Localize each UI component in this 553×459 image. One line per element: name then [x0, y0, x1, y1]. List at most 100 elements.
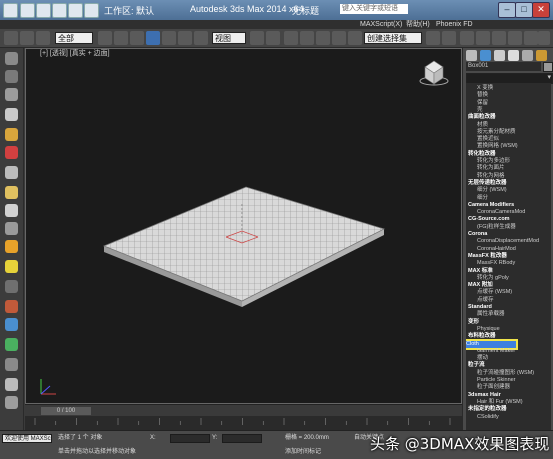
- modifier-item[interactable]: 材质: [466, 122, 551, 129]
- tool-helper-icon[interactable]: [5, 186, 18, 199]
- select-by-name-icon[interactable]: [114, 31, 128, 45]
- object-name-field[interactable]: Box001: [466, 62, 541, 71]
- modifier-category[interactable]: 变形: [466, 319, 551, 326]
- add-time-tag[interactable]: 添加时间标记: [285, 448, 321, 456]
- rect-selection-icon[interactable]: [130, 31, 144, 45]
- spinner-snap-icon[interactable]: [332, 31, 346, 45]
- modifier-item[interactable]: Garment Maker: [466, 348, 551, 355]
- modifier-item[interactable]: 转化为网格: [466, 173, 551, 180]
- hierarchy-tab-icon[interactable]: [494, 50, 505, 61]
- display-tab-icon[interactable]: [522, 50, 533, 61]
- render-setup-icon[interactable]: [524, 31, 538, 45]
- pivot-icon[interactable]: [250, 31, 264, 45]
- modifier-item[interactable]: CSolidify: [466, 414, 551, 421]
- modifier-category[interactable]: CG-Source.com: [466, 216, 551, 223]
- modifier-category[interactable]: 未指定的粒改器: [466, 406, 551, 413]
- selection-filter[interactable]: 全部: [55, 32, 93, 44]
- modifier-item[interactable]: 点缓存: [466, 297, 551, 304]
- percent-snap-icon[interactable]: [316, 31, 330, 45]
- tool-cylinder-icon[interactable]: [5, 88, 18, 101]
- tool-space-warp-icon[interactable]: [5, 300, 18, 313]
- material-editor-icon[interactable]: [508, 31, 522, 45]
- modifier-category[interactable]: MassFX 粒改器: [466, 253, 551, 260]
- select-object-icon[interactable]: [98, 31, 112, 45]
- tool-grid-icon[interactable]: [5, 396, 18, 409]
- named-selection-set[interactable]: 创建选择集: [364, 32, 422, 44]
- modifier-category[interactable]: Standard: [466, 304, 551, 311]
- modifier-item[interactable]: 替换: [466, 92, 551, 99]
- align-icon[interactable]: [442, 31, 456, 45]
- modifier-category[interactable]: 3dsmax Hair: [466, 392, 551, 399]
- tool-shape-icon[interactable]: [5, 358, 18, 371]
- tool-gear-icon[interactable]: [5, 378, 18, 391]
- modifier-category[interactable]: 粒子流: [466, 362, 551, 369]
- minimize-button[interactable]: –: [498, 2, 516, 18]
- modifier-item[interactable]: CoronaCameraMod: [466, 209, 551, 216]
- app-logo-icon[interactable]: [3, 3, 18, 18]
- tool-omni-icon[interactable]: [5, 260, 18, 273]
- modifier-item[interactable]: 粒子流碰撞图形 (WSM): [466, 370, 551, 377]
- maxscript-listener[interactable]: 欢迎使用 MAXSc: [2, 434, 52, 443]
- modifier-item[interactable]: CoronaHairMod: [466, 246, 551, 253]
- search-input[interactable]: 键入关键字或短语: [340, 4, 408, 14]
- create-tab-icon[interactable]: [466, 50, 477, 61]
- tool-light-icon[interactable]: [5, 128, 18, 141]
- window-crossing-icon[interactable]: [146, 31, 160, 45]
- modifier-item[interactable]: 转化为面片: [466, 165, 551, 172]
- modifier-item[interactable]: X 变换: [466, 85, 551, 92]
- modifier-item[interactable]: Particle Skinner: [466, 377, 551, 384]
- menu-maxscript[interactable]: MAXScript(X): [360, 20, 402, 29]
- tool-paint-icon[interactable]: [5, 146, 18, 159]
- link-icon[interactable]: [36, 31, 50, 45]
- rotate-icon[interactable]: [178, 31, 192, 45]
- close-button[interactable]: ✕: [532, 2, 550, 18]
- modifier-item[interactable]: 转化为 gPoly: [466, 275, 551, 282]
- edit-named-sel-icon[interactable]: [348, 31, 362, 45]
- menu-help[interactable]: 帮助(H): [406, 20, 430, 29]
- modifier-item[interactable]: 置换网格 (WSM): [466, 143, 551, 150]
- layer-manager-icon[interactable]: [460, 31, 474, 45]
- modifier-category[interactable]: MAX 标准: [466, 268, 551, 275]
- modifier-item[interactable]: CoronaDisplacementMod: [466, 238, 551, 245]
- modifier-item[interactable]: 粒子面创建器: [466, 384, 551, 391]
- modifier-item[interactable]: 细分 (WSM): [466, 187, 551, 194]
- redo-button[interactable]: [20, 31, 34, 45]
- modifier-item[interactable]: 保留: [466, 100, 551, 107]
- tool-systems-icon[interactable]: [5, 318, 18, 331]
- utilities-tab-icon[interactable]: [536, 50, 547, 61]
- modifier-item[interactable]: Physique: [466, 326, 551, 333]
- x-coord-field[interactable]: [170, 434, 210, 443]
- tool-sphere-icon[interactable]: [5, 70, 18, 83]
- move-icon[interactable]: [162, 31, 176, 45]
- undo-icon[interactable]: [68, 3, 83, 18]
- modifier-category[interactable]: 布料粒改器: [466, 333, 551, 340]
- schematic-view-icon[interactable]: [492, 31, 506, 45]
- modifier-list[interactable]: X 变换 替换 保留壳曲面粒改器 材质 按元素分配材质 置换近似 置换网格 (WSM) 转化粒…: [466, 83, 551, 430]
- object-color-swatch[interactable]: [543, 62, 553, 72]
- save-file-icon[interactable]: [52, 3, 67, 18]
- modifier-category[interactable]: 曲面粒改器: [466, 114, 551, 121]
- modify-tab-icon[interactable]: [480, 50, 491, 61]
- y-coord-field[interactable]: [222, 434, 262, 443]
- curve-editor-icon[interactable]: [476, 31, 490, 45]
- tool-camera-icon[interactable]: [5, 280, 18, 293]
- tool-cone-icon[interactable]: [5, 222, 18, 235]
- modifier-item[interactable]: Hair 和 Fur (WSM): [466, 399, 551, 406]
- render-icon[interactable]: [538, 31, 550, 45]
- modifier-item[interactable]: (FG)粒样生成器: [466, 224, 551, 231]
- modifier-item[interactable]: 细分: [466, 195, 551, 202]
- modifier-category[interactable]: 无层传递粒改器: [466, 180, 551, 187]
- tool-particle-icon[interactable]: [5, 338, 18, 351]
- undo-button[interactable]: [4, 31, 18, 45]
- modifier-category[interactable]: Camera Modifiers: [466, 202, 551, 209]
- perspective-viewport[interactable]: [+] [透视] [真实 + 边面]: [25, 48, 462, 404]
- maximize-button[interactable]: □: [515, 2, 533, 18]
- workspace-selector[interactable]: 工作区: 默认: [104, 4, 154, 17]
- grid-plane[interactable]: [102, 186, 386, 302]
- modifier-item[interactable]: 壳: [466, 107, 551, 114]
- time-slider[interactable]: 0 / 100: [25, 404, 462, 416]
- tool-plane-icon[interactable]: [5, 204, 18, 217]
- modifier-item[interactable]: 转化为多边形: [466, 158, 551, 165]
- snap-toggle-icon[interactable]: [284, 31, 298, 45]
- open-file-icon[interactable]: [36, 3, 51, 18]
